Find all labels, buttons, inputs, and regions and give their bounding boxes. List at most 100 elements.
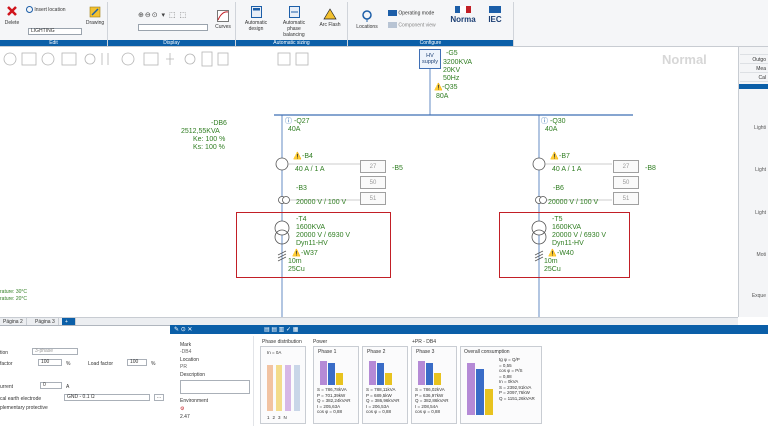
insert-location-button[interactable]: Insert location: [26, 6, 86, 13]
left-transformer-voltage: 20000 V / 6930 V: [296, 232, 351, 239]
board-path: +PR - DB4: [412, 339, 437, 345]
left-breaker-id: -Q27: [294, 118, 310, 125]
protection-cell[interactable]: 27: [613, 160, 639, 173]
protection-cell[interactable]: 27: [360, 160, 386, 173]
environment-icon: ⚙: [180, 406, 185, 412]
factor-input[interactable]: 100: [38, 359, 62, 366]
sidebar-tab-measure[interactable]: Mea: [740, 65, 768, 73]
left-transformer-kva: 1600KVA: [296, 224, 326, 231]
norma-label: Norma: [450, 15, 476, 24]
operating-mode-button[interactable]: Operating mode: [388, 10, 444, 16]
drawing-label: Drawing: [85, 20, 105, 26]
board-ks: Ks: 100 %: [193, 144, 225, 151]
panel-tool-icons-2[interactable]: ▤ ▤ ▥ ✓ ▦: [264, 326, 298, 333]
right-vt-rating: 20000 V / 100 V: [548, 199, 599, 206]
supply-id: -G5: [446, 50, 458, 57]
norma-button[interactable]: Norma: [448, 6, 478, 24]
left-ct-tag: -B5: [392, 165, 403, 172]
fuse-id: -Q35: [442, 84, 458, 91]
connection-select[interactable]: 3-phase: [32, 348, 78, 355]
component-view-button[interactable]: Component view: [388, 22, 444, 28]
locations-icon: [362, 10, 372, 22]
info-icon: ⓘ: [285, 118, 292, 125]
warning-icon: ⚠️: [550, 153, 559, 160]
power-title: Power: [313, 339, 328, 345]
automatic-design-button[interactable]: Automatic design: [242, 6, 270, 32]
sidebar-tab[interactable]: [740, 47, 768, 55]
automatic-phase-balancing-button[interactable]: Automatic phase balancing: [278, 6, 310, 38]
protection-cell[interactable]: 50: [613, 176, 639, 189]
earth-electrode-select[interactable]: GND - 0.1 Ω: [64, 394, 150, 401]
curves-button[interactable]: Curves: [212, 10, 234, 30]
hv-supply-label: HV supply: [422, 53, 438, 65]
sidebar-tab-outgoing[interactable]: Outgo: [740, 56, 768, 64]
left-cable-length: 10m: [288, 258, 302, 265]
phase-distribution-chart: In = 0A 123N: [260, 346, 306, 424]
hv-supply-box[interactable]: HV supply: [419, 49, 441, 69]
location-select-value: LIGHTING: [31, 28, 55, 34]
phase-3-s: S = 786,02kVA: [415, 387, 445, 392]
protection-cell[interactable]: 51: [613, 192, 639, 205]
environment-label: Environment: [180, 398, 209, 404]
description-input[interactable]: [180, 380, 250, 394]
right-breaker-rating: 40A: [545, 126, 558, 133]
right-cable-section: 25Cu: [544, 266, 561, 273]
left-ct-id: -B4: [302, 153, 313, 160]
drawing-button[interactable]: Drawing: [84, 6, 106, 26]
insert-location-icon: [26, 6, 33, 13]
left-ct-rating: 40 A / 1 A: [295, 166, 325, 173]
info-icon: ⓘ: [541, 118, 548, 125]
iec-label: IEC: [488, 15, 502, 24]
factor-value: 100: [41, 359, 50, 365]
iec-button[interactable]: IEC: [482, 6, 508, 24]
locations-label: Locations: [356, 24, 378, 30]
phase-1-bars: [320, 361, 343, 385]
supply-hz: 50Hz: [443, 75, 460, 82]
sidebar-label: Light: [755, 167, 766, 173]
phase-3-values: S = 786,02kVA P = 636,97kW Q = 382,86kVA…: [415, 387, 449, 415]
factor-unit: %: [66, 361, 71, 367]
right-vt-id: -B6: [553, 185, 564, 192]
mark-value[interactable]: -DB4: [180, 349, 191, 355]
left-breaker-rating: 40A: [288, 126, 301, 133]
location-value[interactable]: PR: [180, 364, 187, 370]
current-transformer-b7: [532, 157, 546, 171]
earth-electrode-value: GND - 0.1 Ω: [67, 394, 95, 400]
sidebar-header: [739, 84, 768, 89]
overall-q: Q = 1151,26kVAR: [499, 395, 535, 401]
phase-axis: 123N: [267, 415, 290, 421]
load-factor-input[interactable]: 100: [127, 359, 147, 366]
display-select[interactable]: [138, 24, 208, 31]
zoom-toolbar[interactable]: ⊕⊖⊙ ▾ ⬚ ⬚: [138, 11, 187, 19]
phase-1-title: Phase 1: [318, 349, 337, 355]
earth-electrode-browse-button[interactable]: …: [154, 394, 164, 401]
panel-tool-icons[interactable]: ✎ ⊙ ✕: [174, 326, 192, 333]
protection-cell[interactable]: 50: [360, 176, 386, 189]
neutral-bar: [294, 365, 300, 411]
sidebar-tab-calc[interactable]: Cal: [740, 74, 768, 82]
protection-cell[interactable]: 51: [360, 192, 386, 205]
overall-consumption-panel: Overall consumption tg φ = Q/P = 0,55 co…: [460, 346, 542, 424]
delete-button[interactable]: Delete: [3, 6, 21, 26]
arc-flash-button[interactable]: Arc Flash: [316, 8, 344, 28]
right-breaker-id: -Q30: [550, 118, 566, 125]
arc-flash-icon: [323, 8, 337, 20]
location-select[interactable]: LIGHTING: [28, 28, 82, 35]
connection-value: 3-phase: [35, 348, 54, 354]
drawing-icon: [89, 6, 101, 18]
group-label-automatic-sizing: Automatic sizing: [236, 40, 347, 46]
phase-3-panel: Phase 3 S = 786,02kVA P = 636,97kW Q = 3…: [411, 346, 457, 424]
warning-icon: ⚠️: [548, 250, 557, 257]
locations-button[interactable]: Locations: [354, 10, 380, 30]
mark-label: Mark: [180, 342, 192, 348]
left-cable-section: 25Cu: [288, 266, 305, 273]
current-input[interactable]: 0: [40, 382, 62, 389]
operating-mode-label: Operating mode: [398, 10, 435, 17]
earth-electrode-label: cal earth electrode: [0, 396, 42, 402]
phase-2-q: Q = 386,96kVAR: [366, 398, 400, 403]
insert-location-label: Insert location: [34, 6, 66, 13]
schematic-canvas[interactable]: Normal HV supply -G5 3200KVA 20KV 50Hz ⚠…: [0, 47, 738, 317]
connection-label: tion: [0, 350, 9, 356]
factor-label: factor: [0, 361, 13, 367]
supply-kv: 20KV: [443, 67, 461, 74]
